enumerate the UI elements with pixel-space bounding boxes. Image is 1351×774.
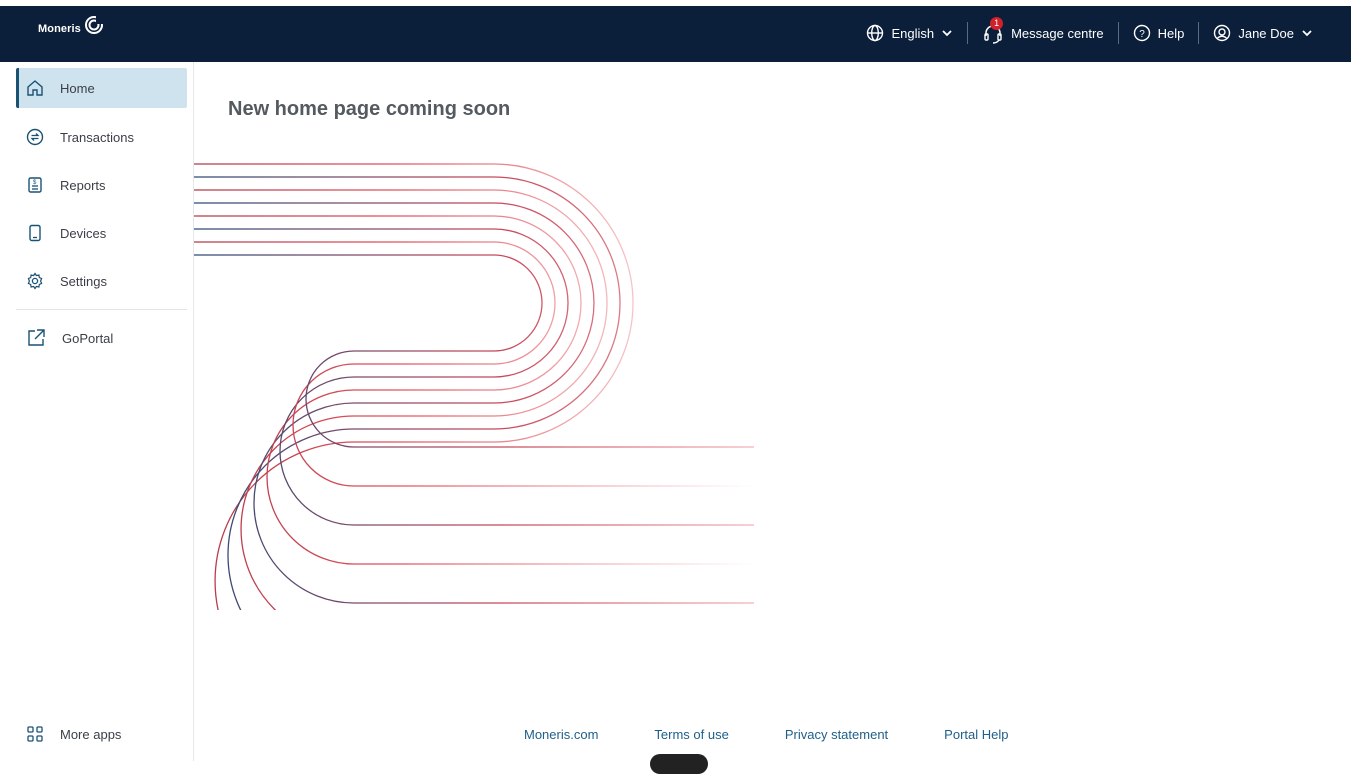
decorative-line-art [194,163,754,610]
nav-divider [1198,22,1200,44]
footer-link-privacy[interactable]: Privacy statement [785,727,888,742]
chevron-down-icon [1302,30,1312,37]
sidebar-item-settings[interactable]: Settings [16,261,187,301]
user-icon [1214,24,1231,42]
sidebar-item-transactions[interactable]: Transactions [16,117,187,157]
decorative-curve-line [194,163,634,610]
user-menu[interactable]: Jane Doe [1213,24,1313,42]
footer-link-moneris[interactable]: Moneris.com [524,727,598,742]
help-icon: ? [1133,24,1150,42]
help-button[interactable]: ? Help [1133,24,1185,42]
sidebar-item-label: Reports [60,177,106,193]
sidebar: Home Transactions $ Reports Devices Sett… [0,62,194,761]
apps-grid-icon [27,726,43,742]
transactions-icon [26,128,44,146]
sidebar-item-home[interactable]: Home [16,68,187,108]
sidebar-item-reports[interactable]: $ Reports [16,165,187,205]
message-centre-label: Message centre [1011,25,1104,41]
svg-text:?: ? [1139,29,1145,40]
external-link-icon [28,329,45,346]
decorative-curve-line [194,241,754,487]
more-apps-label: More apps [60,726,122,742]
sidebar-divider [16,309,187,310]
decorative-curve-line [194,202,754,604]
footer-links: Moneris.com Terms of use Privacy stateme… [524,727,1008,742]
decorative-curve-line [194,228,754,526]
page-title: New home page coming soon [228,98,511,120]
footer-link-portal-help[interactable]: Portal Help [944,727,1008,742]
brand-name: Moneris [38,23,81,35]
decorative-curve-line [194,215,754,565]
home-icon [27,80,43,96]
sidebar-item-devices[interactable]: Devices [16,213,187,253]
decorative-curve-line [194,254,754,448]
top-white-strip [0,0,1351,6]
message-centre-button[interactable]: 1 Message centre [982,17,1104,44]
gear-icon [27,272,43,290]
sidebar-item-label: GoPortal [62,330,114,346]
decorative-curve-line [194,189,608,610]
message-count-badge: 1 [990,17,1004,30]
more-apps-button[interactable]: More apps [16,714,187,754]
headset-icon: 1 [982,17,1004,44]
help-label: Help [1157,25,1185,41]
sidebar-item-label: Devices [60,225,107,241]
sidebar-item-label: Settings [60,273,107,289]
nav-divider [1117,22,1119,44]
user-name: Jane Doe [1238,25,1294,41]
moneris-logo[interactable]: Moneris [38,16,105,36]
moneris-swirl-icon [84,16,104,34]
sidebar-item-label: Home [60,80,95,96]
bottom-handle[interactable] [650,754,708,774]
nav-divider [967,22,969,44]
device-icon [29,224,41,242]
language-selector[interactable]: English [866,24,953,42]
sidebar-item-label: Transactions [60,129,134,145]
footer-link-terms[interactable]: Terms of use [654,727,728,742]
language-label: English [891,25,935,41]
svg-text:$: $ [33,180,37,186]
reports-icon: $ [28,177,42,193]
sidebar-item-goportal[interactable]: GoPortal [16,318,187,358]
top-navigation-bar: Moneris English 1 Message centre ? Help … [0,0,1351,62]
top-nav-links: English 1 Message centre ? Help Jane Doe [866,17,1313,44]
globe-icon [867,24,884,42]
chevron-down-icon [942,30,952,37]
